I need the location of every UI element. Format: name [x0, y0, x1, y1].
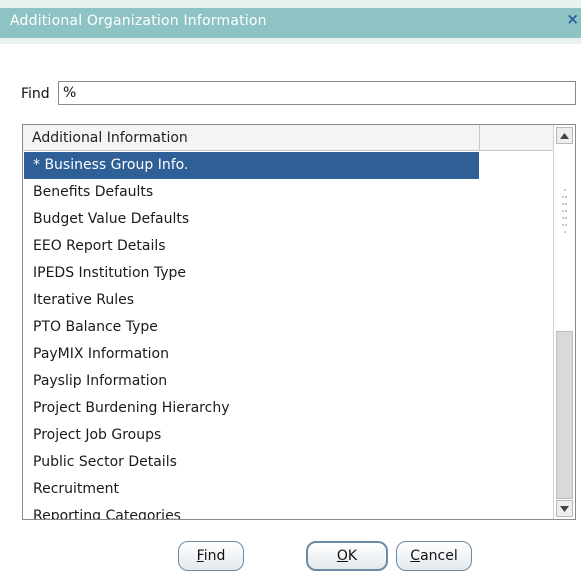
find-button[interactable]: Find	[178, 541, 244, 571]
list-item[interactable]: Payslip Information	[24, 368, 554, 395]
list-rows: * Business Group Info. Benefits Defaults B…	[24, 152, 554, 519]
list-item[interactable]: Budget Value Defaults	[24, 206, 554, 233]
arrow-up-icon[interactable]	[556, 127, 573, 144]
list-item[interactable]: Public Sector Details	[24, 449, 554, 476]
list-item[interactable]: Iterative Rules	[24, 287, 554, 314]
vertical-scrollbar[interactable]	[553, 125, 575, 519]
list-item[interactable]: PayMIX Information	[24, 341, 554, 368]
title-bar: Additional Organization Information ×	[0, 0, 581, 44]
ok-button-mnemonic: O	[336, 548, 348, 564]
scrollbar-thumb[interactable]	[556, 331, 573, 499]
find-label: Find	[21, 86, 50, 102]
close-icon[interactable]: ×	[566, 12, 579, 27]
list-header-filler	[479, 125, 554, 151]
list-item[interactable]: Recruitment	[24, 476, 554, 503]
list-item[interactable]: * Business Group Info.	[24, 152, 479, 179]
list-item[interactable]: PTO Balance Type	[24, 314, 554, 341]
cancel-button-mnemonic: C	[410, 548, 421, 564]
cancel-button-label: ancel	[420, 548, 458, 564]
ok-button[interactable]: OK	[306, 541, 388, 571]
list-item[interactable]: EEO Report Details	[24, 233, 554, 260]
scroll-grip-icon	[558, 187, 568, 237]
list-item[interactable]: Benefits Defaults	[24, 179, 554, 206]
list-item[interactable]: Reporting Categories	[24, 503, 554, 519]
dialog-window: Additional Organization Information × Fi…	[0, 0, 581, 586]
find-button-label: ind	[203, 548, 226, 564]
find-input[interactable]	[58, 81, 576, 105]
additional-info-list: Additional Information * Business Group …	[22, 124, 576, 520]
list-item[interactable]: IPEDS Institution Type	[24, 260, 554, 287]
list-item[interactable]: Project Burdening Hierarchy	[24, 395, 554, 422]
window-title: Additional Organization Information	[10, 13, 267, 29]
arrow-down-icon[interactable]	[556, 500, 573, 517]
find-button-mnemonic: F	[196, 548, 204, 564]
cancel-button[interactable]: Cancel	[396, 541, 472, 571]
list-column-header: Additional Information	[23, 125, 479, 151]
ok-button-label: K	[347, 548, 358, 564]
list-item[interactable]: Project Job Groups	[24, 422, 554, 449]
